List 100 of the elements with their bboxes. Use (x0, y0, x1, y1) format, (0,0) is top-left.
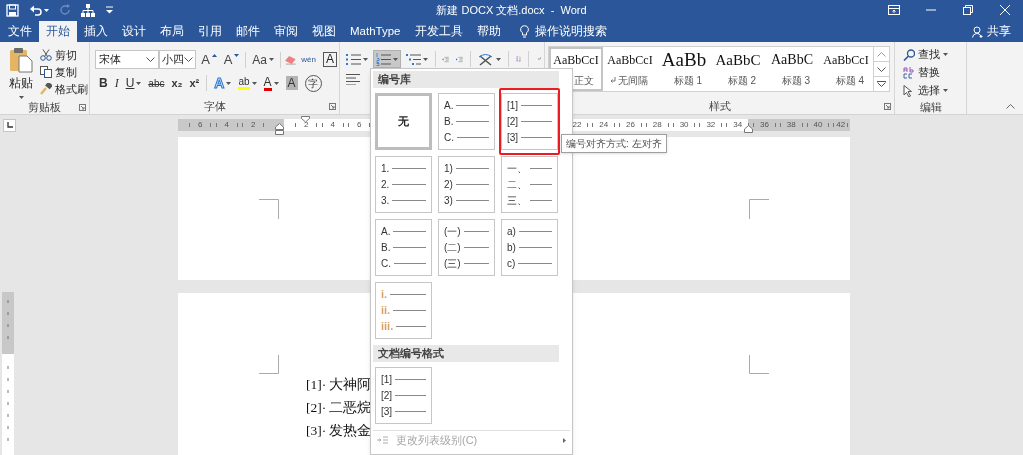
ribbon-button[interactable]: 格式刷 (40, 81, 88, 97)
tab[interactable]: 布局 (153, 21, 191, 42)
font-name-field[interactable]: 宋体 (95, 50, 159, 69)
numbering-option[interactable]: [1] [2] [3] (375, 367, 432, 424)
share-button[interactable]: 共享 (987, 22, 1011, 41)
ribbon-button[interactable]: 复制 (40, 64, 88, 80)
numbered-list-icon (376, 52, 391, 66)
indent-marker-icon[interactable] (744, 125, 753, 133)
down-arrow-icon (234, 53, 240, 57)
tab[interactable]: 设计 (115, 21, 153, 42)
style-tile[interactable]: AaBbC 标题 2 (711, 47, 765, 91)
numbering-button[interactable] (373, 50, 401, 68)
more-icon[interactable] (877, 81, 886, 87)
tab[interactable]: 引用 (191, 21, 229, 42)
change-case-button[interactable]: Aa (250, 50, 276, 69)
character-shading-button[interactable]: A (283, 74, 300, 92)
style-name: 无间隔 (618, 74, 648, 88)
lightbulb-icon[interactable] (519, 25, 529, 38)
group-label: 剪贴板 (28, 100, 61, 115)
ribbon-button[interactable]: 查找 (903, 46, 966, 63)
numbering-option[interactable]: 一、 二、 三、 (501, 156, 558, 213)
collapse-ribbon-icon[interactable] (1006, 104, 1015, 109)
ribbon-display-icon[interactable] (887, 5, 900, 15)
grow-font-button[interactable]: A (199, 50, 219, 69)
tab[interactable]: 视图 (305, 21, 343, 42)
ribbon-button[interactable]: 剪切 (40, 47, 88, 63)
align-left-icon[interactable] (346, 74, 360, 85)
ruler-number: 4 (224, 119, 229, 131)
caret-icon (226, 81, 232, 85)
list-item-text: 大神阿 (329, 376, 372, 394)
numbering-option[interactable]: [1] [2] [3] (501, 93, 558, 150)
tab[interactable]: 文件 (1, 21, 39, 42)
character-border-button[interactable]: A (321, 50, 339, 69)
section-header: 文档编号格式 (373, 345, 559, 362)
dialog-launcher-icon[interactable] (884, 103, 891, 110)
subscript-button[interactable]: x₂ (169, 74, 185, 92)
style-name: 标题 3 (781, 74, 810, 88)
tab[interactable]: 开发工具 (407, 21, 470, 42)
strikethrough-button[interactable]: abc (146, 74, 167, 92)
ribbon-button[interactable]: 替换 (903, 64, 966, 81)
undo-icon (29, 4, 42, 16)
scroll-down-icon[interactable] (877, 66, 886, 72)
indent-marker-icon[interactable] (275, 123, 284, 135)
tab[interactable]: 帮助 (469, 21, 508, 42)
ruler-number: 2 (251, 119, 256, 131)
ruler-number: 38 (786, 119, 796, 131)
style-preview: AaBbC (715, 51, 761, 70)
numbering-option[interactable]: A. B. C. (438, 93, 495, 150)
style-name: 标题 4 (835, 74, 864, 88)
style-tile[interactable]: AaBbCcI 标题 4 (819, 47, 873, 91)
superscript-button[interactable]: x² (187, 74, 202, 92)
customize-icon[interactable] (105, 6, 114, 14)
submenu-arrow-icon (563, 437, 566, 443)
save-icon[interactable] (6, 3, 19, 17)
tab[interactable]: 开始 (39, 21, 77, 42)
ruler-number: 4 (330, 119, 335, 131)
scroll-up-icon[interactable] (877, 51, 886, 57)
crop-mark (259, 355, 279, 374)
person-icon (972, 25, 984, 38)
tab[interactable]: 邮件 (229, 21, 267, 42)
style-tile[interactable]: AaBbCcI 无间隔 (603, 47, 657, 91)
numbering-option[interactable]: A. B. C. (375, 219, 432, 276)
tab[interactable]: MathType (343, 21, 408, 42)
undo-button[interactable] (29, 4, 49, 16)
dialog-launcher-icon[interactable] (329, 103, 336, 110)
style-tile[interactable]: AaBbC 标题 3 (765, 47, 819, 91)
numbering-option[interactable]: (一) (二) (三) (438, 219, 495, 276)
close-icon[interactable] (999, 5, 1010, 15)
style-tile[interactable]: AaBb 标题 1 (657, 47, 711, 91)
group-label: 编辑 (919, 99, 942, 115)
caret-icon (273, 81, 279, 85)
tell-me-search[interactable]: 操作说明搜索 (534, 22, 607, 41)
shrink-font-button[interactable]: A (221, 50, 242, 69)
phonetic-guide-button[interactable]: wén (299, 50, 318, 69)
numbering-option[interactable]: 1. 2. 3. (375, 156, 432, 213)
style-name: 标题 1 (673, 74, 702, 88)
underline-button[interactable]: U (123, 74, 144, 92)
tab-selector[interactable] (3, 118, 16, 132)
numbering-option[interactable]: 1) 2) 3) (438, 156, 495, 213)
paste-button[interactable]: 粘贴 (7, 47, 35, 100)
restore-icon[interactable] (962, 5, 973, 15)
font-color-button[interactable]: A (261, 74, 281, 92)
tooltip: 编号对齐方式: 左对齐 (561, 134, 667, 153)
multilevel-list-icon (406, 52, 421, 66)
italic-button[interactable]: I (112, 74, 121, 92)
section-header: 编号库 (373, 71, 559, 88)
caret-icon (363, 57, 368, 61)
ruler-number: 2 (304, 119, 309, 131)
highlight-button[interactable]: ab (236, 74, 259, 92)
caret-icon (423, 57, 428, 61)
numbering-option[interactable]: 无 (375, 93, 432, 150)
font-size-field[interactable]: 小四 (158, 50, 197, 69)
tab[interactable]: 插入 (77, 21, 115, 42)
numbering-option[interactable]: a) b) c) (501, 219, 558, 276)
ribbon-button[interactable]: 选择 (903, 82, 966, 99)
bold-button[interactable]: B (97, 74, 110, 92)
tab[interactable]: 审阅 (267, 21, 305, 42)
dialog-launcher-icon[interactable] (79, 104, 86, 112)
style-preview: AaBbCcI (553, 52, 599, 69)
hierarchy-icon[interactable] (81, 3, 95, 17)
